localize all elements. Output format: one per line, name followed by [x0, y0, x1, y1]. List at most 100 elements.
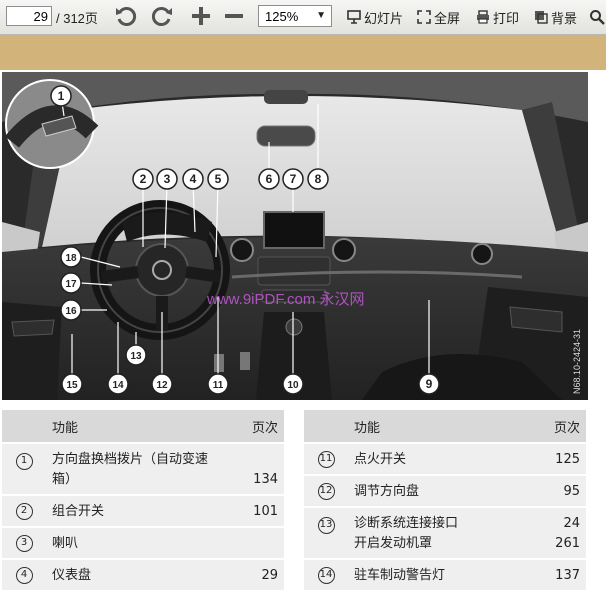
table-row: 2 组合开关 101	[2, 494, 284, 527]
table-row: 12 调节方向盘 95	[304, 474, 586, 507]
row-number: 13	[317, 516, 335, 534]
svg-text:11: 11	[213, 380, 224, 391]
rotate-right-icon[interactable]	[149, 2, 175, 30]
table-header: 功能 页次	[304, 410, 586, 443]
callout-17: 17	[60, 272, 82, 294]
svg-text:5: 5	[215, 172, 222, 186]
table-row: 3 喇叭	[2, 526, 284, 559]
row-page[interactable]: 125	[532, 442, 586, 475]
svg-text:9: 9	[426, 377, 433, 391]
callout-1: 1	[50, 85, 72, 107]
table-row: 11 点火开关 125	[304, 442, 586, 475]
fullscreen-label: 全屏	[434, 10, 461, 26]
slideshow-label: 幻灯片	[364, 10, 404, 26]
svg-text:2: 2	[140, 172, 147, 186]
callout-18: 18	[60, 246, 82, 268]
search-icon[interactable]	[588, 3, 606, 31]
svg-text:15: 15	[66, 380, 78, 391]
callout-2: 2	[132, 168, 154, 190]
background-icon	[534, 10, 548, 24]
table-row: 14 驻车制动警告灯 137	[304, 558, 586, 590]
row-page[interactable]: 95	[532, 474, 586, 507]
row-number: 12	[317, 482, 335, 500]
row-page[interactable]: 137	[532, 558, 586, 590]
callout-6: 6	[258, 168, 280, 190]
row-function: 诊断系统连接接口	[354, 516, 459, 531]
svg-text:18: 18	[65, 253, 77, 264]
cockpit-figure: www.9iPDF.com 永汉网 N68.10-2424-31 1 2 3 4…	[2, 72, 588, 400]
callout-16: 16	[60, 299, 82, 321]
svg-text:16: 16	[65, 306, 77, 317]
row-page[interactable]: 261	[536, 534, 580, 554]
header-function: 功能	[348, 410, 532, 443]
watermark: www.9iPDF.com 永汉网	[206, 291, 365, 308]
row-function: 开启发动机罩	[354, 536, 433, 551]
row-number: 11	[317, 450, 335, 468]
fullscreen-icon	[417, 10, 431, 24]
table-row: 4 仪表盘 29	[2, 558, 284, 590]
print-button[interactable]: 打印	[476, 8, 519, 26]
callout-12: 12	[151, 373, 173, 395]
table-header: 功能 页次	[2, 410, 284, 443]
svg-text:1: 1	[58, 89, 65, 103]
row-number: 3	[15, 534, 33, 552]
print-label: 打印	[493, 10, 520, 26]
svg-text:7: 7	[290, 172, 297, 186]
header-page: 页次	[532, 410, 586, 443]
callout-13: 13	[125, 344, 147, 366]
row-page[interactable]: 24	[536, 514, 580, 534]
callout-5: 5	[207, 168, 229, 190]
svg-text:17: 17	[65, 279, 77, 290]
row-number: 14	[317, 566, 335, 584]
svg-text:13: 13	[130, 351, 142, 362]
row-number: 2	[15, 502, 33, 520]
svg-text:14: 14	[112, 380, 124, 391]
row-function: 点火开关	[354, 452, 407, 467]
svg-text:8: 8	[315, 172, 322, 186]
table-row: 13 诊断系统连接接口 开启发动机罩 24 261	[304, 506, 586, 559]
callout-10: 10	[282, 373, 304, 395]
row-function: 仪表盘	[52, 568, 92, 583]
callout-11: 11	[207, 373, 229, 395]
zoom-in-icon[interactable]	[188, 2, 214, 30]
row-number: 4	[15, 566, 33, 584]
page-total: / 312页	[56, 11, 98, 26]
callout-4: 4	[182, 168, 204, 190]
table-row: 1 方向盘换档拨片（自动变速 箱） 134	[2, 442, 284, 495]
row-function: 调节方向盘	[354, 484, 420, 499]
toolbar: / 312页 125% ▼ 幻灯片 全屏 打印 背景	[0, 0, 606, 35]
row-function: 方向盘换档拨片（自动变速	[52, 452, 209, 467]
printer-icon	[476, 10, 490, 24]
row-function: 喇叭	[52, 536, 79, 551]
function-table-left: 功能 页次 1 方向盘换档拨片（自动变速 箱） 134 2 组合开关 101 3 …	[2, 410, 284, 590]
zoom-out-icon[interactable]	[221, 2, 247, 30]
callout-7: 7	[282, 168, 304, 190]
fullscreen-button[interactable]: 全屏	[417, 8, 460, 26]
svg-text:6: 6	[266, 172, 273, 186]
rearview-mirror	[256, 125, 316, 147]
svg-text:3: 3	[164, 172, 171, 186]
figure-code: N68.10-2424-31	[572, 329, 582, 394]
svg-text:12: 12	[156, 380, 168, 391]
chevron-down-icon: ▼	[316, 10, 326, 21]
page-background-band	[0, 35, 606, 70]
row-page[interactable]: 101	[230, 494, 284, 527]
callout-14: 14	[107, 373, 129, 395]
background-button[interactable]: 背景	[534, 8, 577, 26]
svg-text:4: 4	[190, 172, 197, 186]
row-page[interactable]: 134	[230, 442, 284, 495]
zoom-select[interactable]: 125% ▼	[258, 5, 332, 27]
zoom-value: 125%	[265, 9, 299, 24]
row-function: 驻车制动警告灯	[354, 568, 446, 583]
row-page	[230, 526, 284, 559]
row-page[interactable]: 29	[230, 558, 284, 590]
cockpit-illustration: www.9iPDF.com 永汉网 N68.10-2424-31 1 2 3 4…	[2, 72, 588, 400]
callout-3: 3	[156, 168, 178, 190]
row-function: 箱）	[52, 472, 79, 487]
page-number-input[interactable]	[6, 6, 52, 26]
rotate-left-icon[interactable]	[113, 2, 139, 30]
display-screen	[263, 211, 325, 249]
callout-8: 8	[307, 168, 329, 190]
callout-9: 9	[418, 373, 440, 395]
slideshow-button[interactable]: 幻灯片	[347, 8, 403, 26]
